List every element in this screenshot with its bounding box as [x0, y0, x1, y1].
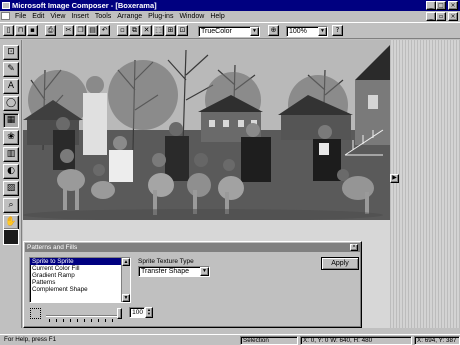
close-icon[interactable]: × — [350, 244, 358, 251]
cut-icon[interactable]: ✂ — [63, 25, 74, 36]
arrange-icon[interactable]: ⊡ — [177, 25, 188, 36]
texture-type-value: Transfer Shape — [141, 268, 189, 275]
current-color-swatch[interactable] — [3, 229, 19, 245]
toolbar: ▯ ⊓ ▪ ⎙ ✂ ❐ ▤ ↶ ▫ ⧉ ✕ ⬚ ⊞ ⊡ TrueColor ▼ … — [0, 22, 460, 39]
zoom-tool-icon[interactable]: ⌕ — [3, 198, 19, 213]
color-mode-value: TrueColor — [201, 28, 232, 35]
zoom-value: 100% — [289, 28, 307, 35]
status-selection: Selection — [240, 336, 298, 345]
menu-window[interactable]: Window — [176, 11, 207, 22]
insert-image-icon[interactable]: ▫ — [117, 25, 128, 36]
undo-icon[interactable]: ↶ — [99, 25, 110, 36]
boxerama-photo[interactable] — [23, 40, 390, 220]
color-tuning-tool-icon[interactable]: ◐ — [3, 164, 19, 179]
doc-minimize-button[interactable]: _ — [426, 12, 436, 21]
palette-title: Patterns and Fills — [27, 244, 78, 251]
zoom-select[interactable]: 100% ▼ — [286, 26, 328, 37]
workspace-margin — [390, 40, 460, 328]
frame-icon — [30, 308, 41, 319]
opacity-slider-track[interactable] — [46, 315, 120, 317]
save-icon[interactable]: ▪ — [27, 25, 38, 36]
patterns-fills-tool-icon[interactable]: ▦ — [3, 113, 19, 128]
fill-type-list[interactable]: Sprite to Sprite Current Color Fill Grad… — [29, 257, 131, 303]
spin-down-icon[interactable]: ▼ — [146, 312, 152, 316]
chevron-down-icon[interactable]: ▼ — [318, 27, 327, 36]
duplicate-icon[interactable]: ⧉ — [129, 25, 140, 36]
status-cursor: X: 694, Y: 387 — [414, 336, 460, 345]
zoom-icon[interactable]: ⊕ — [268, 25, 279, 36]
document-icon[interactable] — [1, 12, 10, 20]
status-bar: For Help, press F1 Selection X: 0, Y: 0 … — [0, 334, 460, 345]
paste-icon[interactable]: ▤ — [87, 25, 98, 36]
texture-type-label: Sprite Texture Type — [138, 258, 194, 265]
select-all-icon[interactable]: ⬚ — [153, 25, 164, 36]
text-tool-icon[interactable]: A — [3, 79, 19, 94]
chevron-down-icon[interactable]: ▼ — [250, 27, 259, 36]
slider-ticks — [49, 319, 119, 322]
chevron-right-icon[interactable]: ▶ — [390, 174, 399, 183]
texture-type-select[interactable]: Transfer Shape ▼ — [138, 266, 210, 277]
pan-hand-icon[interactable]: ✋ — [3, 215, 19, 230]
palette-title-bar[interactable]: Patterns and Fills × — [25, 243, 360, 252]
menu-arrange[interactable]: Arrange — [114, 11, 145, 22]
menu-help[interactable]: Help — [207, 11, 227, 22]
patterns-fills-palette: Patterns and Fills × Sprite to Sprite Cu… — [23, 241, 362, 328]
delete-icon[interactable]: ✕ — [141, 25, 152, 36]
doc-restore-button[interactable]: ▫ — [436, 12, 446, 21]
cutout-tool-icon[interactable]: ▨ — [3, 181, 19, 196]
paint-tool-icon[interactable]: ✎ — [3, 62, 19, 77]
close-button[interactable]: × — [448, 1, 458, 10]
status-sprite-info: X: 0, Y: 0 W: 640, H: 480 — [300, 336, 412, 345]
scroll-up-icon[interactable]: ▲ — [122, 258, 130, 266]
help-icon[interactable]: ? — [332, 25, 343, 36]
menu-edit[interactable]: Edit — [29, 11, 47, 22]
opacity-spinner[interactable]: ▲ ▼ — [145, 307, 153, 318]
list-item[interactable]: Patterns — [30, 279, 130, 286]
list-item[interactable]: Current Color Fill — [30, 265, 130, 272]
opacity-slider-thumb[interactable] — [117, 308, 122, 319]
text-effects-tool-icon[interactable]: ▥ — [3, 147, 19, 162]
menu-plugins[interactable]: Plug-ins — [145, 11, 176, 22]
maximize-button[interactable]: □ — [436, 1, 446, 10]
group-icon[interactable]: ⊞ — [165, 25, 176, 36]
opacity-field[interactable]: 100 — [129, 307, 145, 318]
doc-close-button[interactable]: × — [448, 12, 458, 21]
menu-bar: File Edit View Insert Tools Arrange Plug-ins Wi… — [0, 11, 460, 22]
menu-file[interactable]: File — [12, 11, 29, 22]
minimize-button[interactable]: _ — [426, 1, 436, 10]
toolbox: ⊡ ✎ A ◯ ▦ ❀ ▥ ◐ ▨ ⌕ ✋ — [0, 40, 22, 328]
list-scrollbar[interactable]: ▲ ▼ — [121, 258, 130, 302]
list-item[interactable]: Gradient Ramp — [30, 272, 130, 279]
status-help: For Help, press F1 — [4, 336, 57, 343]
new-icon[interactable]: ▯ — [3, 25, 14, 36]
title-bar: Microsoft Image Composer - [Boxerama] — [0, 0, 460, 11]
chevron-down-icon[interactable]: ▼ — [200, 267, 209, 276]
print-icon[interactable]: ⎙ — [45, 25, 56, 36]
list-item[interactable]: Sprite to Sprite — [30, 258, 130, 265]
menu-view[interactable]: View — [47, 11, 68, 22]
list-item[interactable]: Complement Shape — [30, 286, 130, 293]
scroll-down-icon[interactable]: ▼ — [122, 294, 130, 302]
color-mode-select[interactable]: TrueColor ▼ — [198, 26, 260, 37]
shapes-tool-icon[interactable]: ◯ — [3, 96, 19, 111]
arrange-tool-icon[interactable]: ⊡ — [3, 45, 19, 60]
copy-icon[interactable]: ❐ — [75, 25, 86, 36]
app-icon[interactable] — [2, 2, 10, 9]
effects-tool-icon[interactable]: ❀ — [3, 130, 19, 145]
apply-button[interactable]: Apply — [321, 257, 359, 270]
menu-tools[interactable]: Tools — [92, 11, 114, 22]
open-icon[interactable]: ⊓ — [15, 25, 26, 36]
menu-insert[interactable]: Insert — [68, 11, 92, 22]
window-title: Microsoft Image Composer - [Boxerama] — [12, 1, 157, 10]
